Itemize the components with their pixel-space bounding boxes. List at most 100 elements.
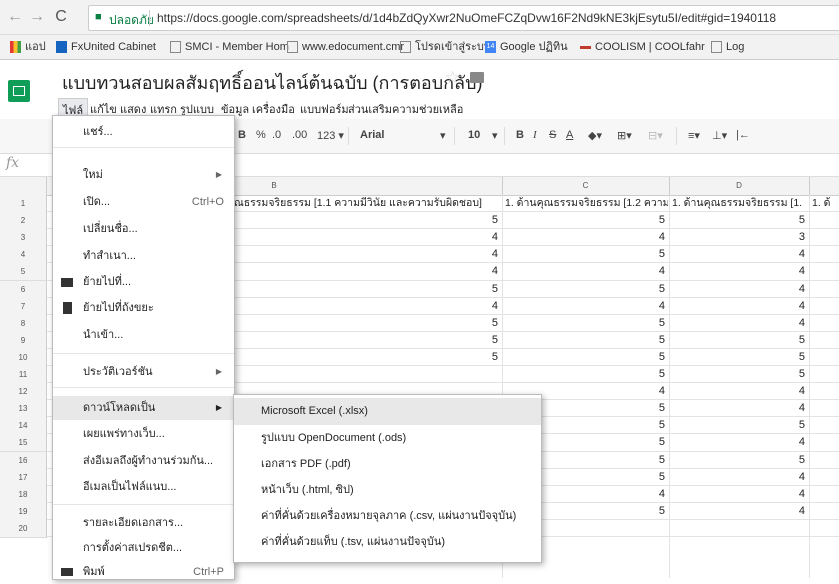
row-header[interactable]: 13 xyxy=(0,400,47,419)
file-menu-publish[interactable]: เผยแพร่ทางเว็บ... xyxy=(53,422,234,446)
bookmark-coolism[interactable]: COOLISM | COOLfahr xyxy=(580,39,705,55)
file-menu-move-to[interactable]: ย้ายไปที่... xyxy=(53,270,234,294)
row-header[interactable]: 20 xyxy=(0,519,47,538)
table-cell[interactable]: 4 xyxy=(672,315,805,332)
table-cell[interactable]: 5 xyxy=(672,366,805,383)
table-cell[interactable]: 5 xyxy=(505,281,665,298)
table-cell[interactable]: 5 xyxy=(672,417,805,434)
font-select[interactable]: Arial xyxy=(360,129,384,141)
text-color-button[interactable]: A xyxy=(566,129,573,141)
row-header[interactable]: 9 xyxy=(0,331,47,350)
align-vertical-icon[interactable]: ⊥▾ xyxy=(712,129,727,142)
table-cell[interactable]: 4 xyxy=(672,281,805,298)
table-cell[interactable]: 5 xyxy=(234,212,498,229)
folder-icon[interactable] xyxy=(470,72,484,83)
row-header[interactable]: 17 xyxy=(0,468,47,487)
file-menu-make-copy[interactable]: ทำสำเนา... xyxy=(53,244,234,268)
table-cell[interactable]: 4 xyxy=(234,246,498,263)
corner-cell[interactable] xyxy=(0,177,47,195)
menu-help[interactable]: ความช่วยเหลือ xyxy=(388,98,467,120)
dropdown-icon[interactable]: ▾ xyxy=(440,129,446,142)
file-menu-share[interactable]: แชร์... xyxy=(53,120,234,144)
row-header[interactable]: 6 xyxy=(0,280,47,299)
table-cell[interactable]: 1. ด้านคุณธรรมจริยธรรม [1.2 ความ xyxy=(505,195,668,212)
table-cell[interactable]: 4 xyxy=(672,434,805,451)
table-cell[interactable]: 5 xyxy=(505,212,665,229)
table-cell[interactable] xyxy=(234,366,498,383)
table-cell[interactable]: 4 xyxy=(234,229,498,246)
file-menu-print[interactable]: พิมพ์ Ctrl+P xyxy=(53,560,234,584)
strikethrough-button[interactable]: S xyxy=(549,129,556,141)
back-icon[interactable]: ← xyxy=(6,8,24,26)
font-size-select[interactable]: 10 xyxy=(468,129,480,141)
row-header[interactable]: 2 xyxy=(0,212,47,231)
bookmark-calendar[interactable]: 14 Google ปฏิทิน xyxy=(485,39,568,55)
table-cell[interactable]: 5 xyxy=(505,332,665,349)
table-cell[interactable]: 4 xyxy=(672,503,805,520)
table-cell[interactable]: 5 xyxy=(505,246,665,263)
table-cell[interactable]: 4 xyxy=(505,298,665,315)
table-cell[interactable]: 5 xyxy=(234,332,498,349)
table-cell[interactable]: 1. ด้ xyxy=(812,195,839,212)
document-title[interactable]: แบบทวนสอบผลสัมฤทธิ์ออนไลน์ต้นฉบับ (การตอ… xyxy=(62,68,483,97)
dropdown-icon[interactable]: ▾ xyxy=(492,129,498,142)
download-csv[interactable]: ค่าที่คั่นด้วยเครื่องหมายจุลภาค (.csv, แ… xyxy=(234,503,541,530)
file-menu-move-to-trash[interactable]: ย้ายไปที่ถังขยะ xyxy=(53,296,234,320)
row-header[interactable]: 14 xyxy=(0,417,47,436)
table-cell[interactable]: 4 xyxy=(672,486,805,503)
table-cell[interactable]: 4 xyxy=(672,400,805,417)
bookmark-log[interactable]: Log xyxy=(711,39,744,55)
table-cell[interactable]: 4 xyxy=(672,469,805,486)
table-cell[interactable]: 5 xyxy=(672,452,805,469)
borders-icon[interactable]: ⊞▾ xyxy=(617,129,632,142)
table-cell[interactable]: 5 xyxy=(234,315,498,332)
table-cell[interactable]: 4 xyxy=(234,298,498,315)
table-cell[interactable]: 4 xyxy=(234,263,498,280)
file-menu-document-details[interactable]: รายละเอียดเอกสาร... xyxy=(53,511,234,535)
row-header[interactable]: 7 xyxy=(0,297,47,316)
text-wrap-icon[interactable]: |← xyxy=(736,129,750,141)
row-header[interactable]: 1 xyxy=(0,195,47,213)
table-cell[interactable]: 5 xyxy=(672,349,805,366)
download-pdf[interactable]: เอกสาร PDF (.pdf) xyxy=(234,451,541,478)
table-cell[interactable]: 5 xyxy=(234,281,498,298)
bold-button[interactable]: B xyxy=(516,129,524,141)
increase-decimal-button[interactable]: .00 xyxy=(292,129,307,141)
file-menu-import[interactable]: นำเข้า... xyxy=(53,323,234,347)
currency-button[interactable]: B xyxy=(238,129,246,141)
download-html[interactable]: หน้าเว็บ (.html, ซิป) xyxy=(234,477,541,504)
percent-button[interactable]: % xyxy=(256,129,266,141)
bookmark-smci[interactable]: SMCI - Member Hom xyxy=(170,39,289,55)
row-header[interactable]: 18 xyxy=(0,485,47,504)
row-header[interactable]: 10 xyxy=(0,348,47,367)
column-header-c[interactable]: C xyxy=(502,177,670,195)
file-menu-email-attachment[interactable]: อีเมลเป็นไฟล์แนบ... xyxy=(53,475,234,499)
row-header[interactable]: 19 xyxy=(0,502,47,521)
row-header[interactable]: 8 xyxy=(0,314,47,333)
row-header[interactable]: 4 xyxy=(0,246,47,265)
table-cell[interactable]: 5 xyxy=(505,349,665,366)
download-ods[interactable]: รูปแบบ OpenDocument (.ods) xyxy=(234,425,541,452)
address-bar[interactable]: ■ ปลอดภัย https://docs.google.com/spread… xyxy=(88,5,839,31)
table-cell[interactable]: 4 xyxy=(672,298,805,315)
table-cell[interactable]: 5 xyxy=(672,212,805,229)
italic-button[interactable]: I xyxy=(533,129,537,141)
bookmark-fxunited[interactable]: FxUnited Cabinet xyxy=(56,39,156,55)
row-header[interactable]: 16 xyxy=(0,451,47,470)
fill-color-icon[interactable]: ◆▾ xyxy=(588,129,602,142)
star-icon[interactable]: ☆ xyxy=(445,68,460,88)
bookmark-apps[interactable]: แอป xyxy=(10,39,46,55)
row-header[interactable]: 12 xyxy=(0,383,47,402)
forward-icon[interactable]: → xyxy=(28,8,46,26)
merge-cells-icon[interactable]: ⊟▾ xyxy=(648,129,663,142)
table-cell[interactable]: 4 xyxy=(672,263,805,280)
row-header[interactable]: 3 xyxy=(0,229,47,248)
bookmark-login[interactable]: โปรดเข้าสู่ระบบ xyxy=(400,39,491,55)
more-formats-button[interactable]: 123 ▾ xyxy=(317,129,344,142)
file-menu-download-as[interactable]: ดาวน์โหลดเป็น ▶ xyxy=(53,396,234,420)
row-header[interactable]: 15 xyxy=(0,434,47,453)
table-cell[interactable]: 1. ด้านคุณธรรมจริยธรรม [1. xyxy=(672,195,808,212)
table-cell[interactable]: 5 xyxy=(672,332,805,349)
column-header-d[interactable]: D xyxy=(669,177,810,195)
table-cell[interactable]: 5 xyxy=(505,315,665,332)
